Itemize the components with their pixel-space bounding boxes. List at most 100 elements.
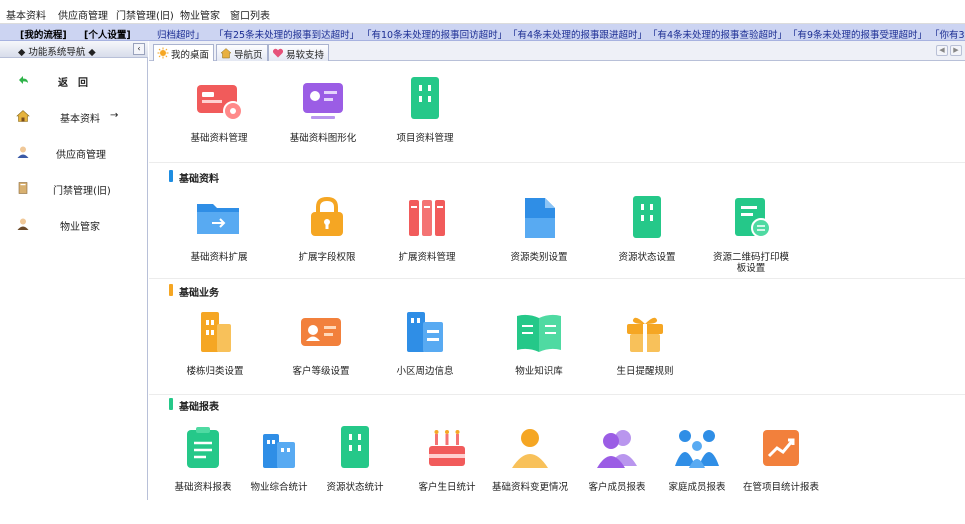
tab-my-desktop[interactable]: 我的桌面 — [153, 44, 215, 62]
tab-label: 易软支持 — [286, 50, 325, 61]
book-icon — [18, 182, 28, 194]
tile-label: 资源类别设置 — [510, 252, 568, 263]
tab-label: 我的桌面 — [171, 50, 210, 61]
notice-ticker: [我的流程] [个人设置] 归档超时」 「有25条未处理的报事到达超时」 「有1… — [0, 24, 965, 41]
divider — [149, 162, 965, 163]
tile-extended-field-permissions[interactable]: 扩展字段权限 — [277, 194, 377, 294]
tile-label: 楼栋归类设置 — [186, 366, 244, 377]
office-building-icon — [407, 312, 443, 352]
tile-label: 小区周边信息 — [396, 366, 454, 377]
my-process-link[interactable]: [我的流程] — [20, 27, 67, 40]
tile-basic-data-graphical[interactable]: 基础资料图形化 — [273, 75, 373, 175]
tile-basic-data-extension[interactable]: 基础资料扩展 — [169, 194, 269, 294]
presentation-icon — [303, 83, 343, 119]
tile-managed-project-stats-report[interactable]: 在管项目统计报表 — [731, 424, 831, 524]
menu-property-butler[interactable]: 物业管家 — [180, 7, 220, 22]
sidebar-item-label: 物业管家 — [60, 222, 100, 233]
menu-supplier[interactable]: 供应商管理 — [58, 7, 108, 22]
tile-label: 基础资料变更情况 — [491, 482, 568, 493]
id-card-icon — [301, 318, 341, 346]
tile-label: 在管项目统计报表 — [742, 482, 819, 493]
tile-building-classification[interactable]: 楼栋归类设置 — [165, 308, 265, 408]
tile-label: 客户等级设置 — [292, 366, 350, 377]
sidebar-title: 功能系统导航 — [28, 47, 86, 58]
tab-scroll-left-button[interactable]: ◀ — [936, 45, 948, 56]
section-title: 基础资料 — [179, 174, 219, 185]
clipboard-icon — [187, 427, 219, 468]
sidebar-item-supplier[interactable]: 供应商管理 — [0, 135, 147, 171]
tab-strip: 我的桌面 导航页 易软支持 ◀ ▶ — [149, 41, 965, 62]
menu-window-list[interactable]: 窗口列表 — [230, 7, 270, 22]
diamond-icon: ◆ — [85, 47, 96, 58]
tab-label: 导航页 — [234, 50, 263, 61]
tile-basic-data-change-status[interactable]: 基础资料变更情况 — [480, 424, 580, 524]
tile-birthday-reminder-rules[interactable]: 生日提醒规则 — [595, 308, 695, 408]
tile-label: 基础资料管理 — [190, 133, 248, 144]
tile-resource-status-settings[interactable]: 资源状态设置 — [597, 194, 697, 294]
tile-label: 扩展资料管理 — [398, 252, 456, 263]
sidebar-item-basic-data[interactable]: 基本资料 → — [0, 99, 147, 135]
menu-access-control[interactable]: 门禁管理(旧) — [116, 7, 174, 22]
house-icon — [220, 48, 232, 59]
family-icon — [675, 430, 719, 468]
person-icon — [17, 146, 29, 158]
tab-navigation[interactable]: 导航页 — [216, 44, 268, 61]
ticker-notice[interactable]: 「有4条未处理的报事跟进超时」 — [508, 27, 647, 40]
ticker-notice[interactable]: 「有10条未处理的报事回访超时」 — [362, 27, 507, 40]
tab-scroll-right-button[interactable]: ▶ — [950, 45, 962, 56]
section-title: 基础业务 — [179, 288, 219, 299]
divider — [149, 394, 965, 395]
sidebar-item-back[interactable]: 返 回 — [0, 63, 147, 99]
sidebar-item-label: 供应商管理 — [56, 150, 106, 161]
sidebar-item-label: 基本资料 — [60, 114, 100, 125]
tile-basic-data-management[interactable]: 基础资料管理 — [169, 75, 269, 175]
tile-label: 扩展字段权限 — [298, 252, 356, 263]
sidebar-item-label: 返 回 — [58, 78, 88, 89]
ticker-notice[interactable]: 「有25条未处理的报事到达超时」 — [214, 27, 359, 40]
building-icon — [411, 77, 439, 119]
ticker-notice[interactable]: 「有9条未处理的报事受理超时」 — [788, 27, 927, 40]
id-card-settings-icon — [197, 85, 243, 121]
folder-icon — [197, 204, 239, 234]
sidebar-header: ◆ 功能系统导航 ◆ ‹ — [0, 41, 148, 58]
personal-settings-link[interactable]: [个人设置] — [84, 27, 131, 40]
buildings-icon — [201, 312, 231, 352]
back-arrow-icon — [19, 76, 28, 84]
building-icon — [633, 196, 661, 238]
ticker-notice[interactable]: 归档超时」 — [157, 27, 205, 40]
sidebar-item-property-butler[interactable]: 物业管家 — [0, 207, 147, 243]
document-icon — [525, 198, 555, 238]
sidebar-item-access-control[interactable]: 门禁管理(旧) — [0, 171, 147, 207]
user-icon — [512, 429, 548, 468]
open-book-icon — [517, 314, 561, 352]
binders-icon — [409, 200, 445, 236]
ticker-notice[interactable]: 「有4条未处理的报事查验超时」 — [648, 27, 787, 40]
lock-icon — [311, 196, 343, 236]
trend-chart-icon — [763, 430, 799, 466]
tile-property-knowledge-base[interactable]: 物业知识库 — [489, 308, 589, 408]
menu-basic-data[interactable]: 基本资料 — [6, 7, 46, 22]
person-icon — [17, 218, 29, 230]
divider — [149, 278, 965, 279]
tile-label: 资源状态设置 — [618, 252, 676, 263]
tile-customer-level-settings[interactable]: 客户等级设置 — [271, 308, 371, 408]
tile-label: 基础资料扩展 — [190, 252, 248, 263]
sun-icon — [157, 47, 169, 59]
tile-label: 资源状态统计 — [326, 482, 384, 493]
users-icon — [597, 430, 637, 468]
tile-project-data-management[interactable]: 项目资料管理 — [375, 75, 475, 175]
tile-label: 基础资料图形化 — [289, 133, 357, 144]
sidebar-item-label: 门禁管理(旧) — [53, 186, 111, 197]
desktop-content: 基础资料管理 基础资料图形化 项目资料管理 基础资料 基础资料扩展 扩展字段权限… — [149, 61, 965, 500]
ticker-notice[interactable]: 「你有3 — [930, 27, 965, 40]
tile-community-surroundings[interactable]: 小区周边信息 — [375, 308, 475, 408]
heart-icon — [272, 48, 284, 58]
tile-resource-qr-print-template[interactable]: 资源二维码打印模板设置 — [701, 194, 801, 294]
tile-resource-status-stats[interactable]: 资源状态统计 — [305, 424, 405, 524]
tab-support[interactable]: 易软支持 — [268, 44, 330, 61]
tile-extended-data-management[interactable]: 扩展资料管理 — [377, 194, 477, 294]
tile-resource-category-settings[interactable]: 资源类别设置 — [489, 194, 589, 294]
birthday-cake-icon — [429, 430, 465, 466]
tile-label: 物业知识库 — [515, 366, 563, 377]
sidebar-collapse-button[interactable]: ‹ — [133, 43, 145, 55]
